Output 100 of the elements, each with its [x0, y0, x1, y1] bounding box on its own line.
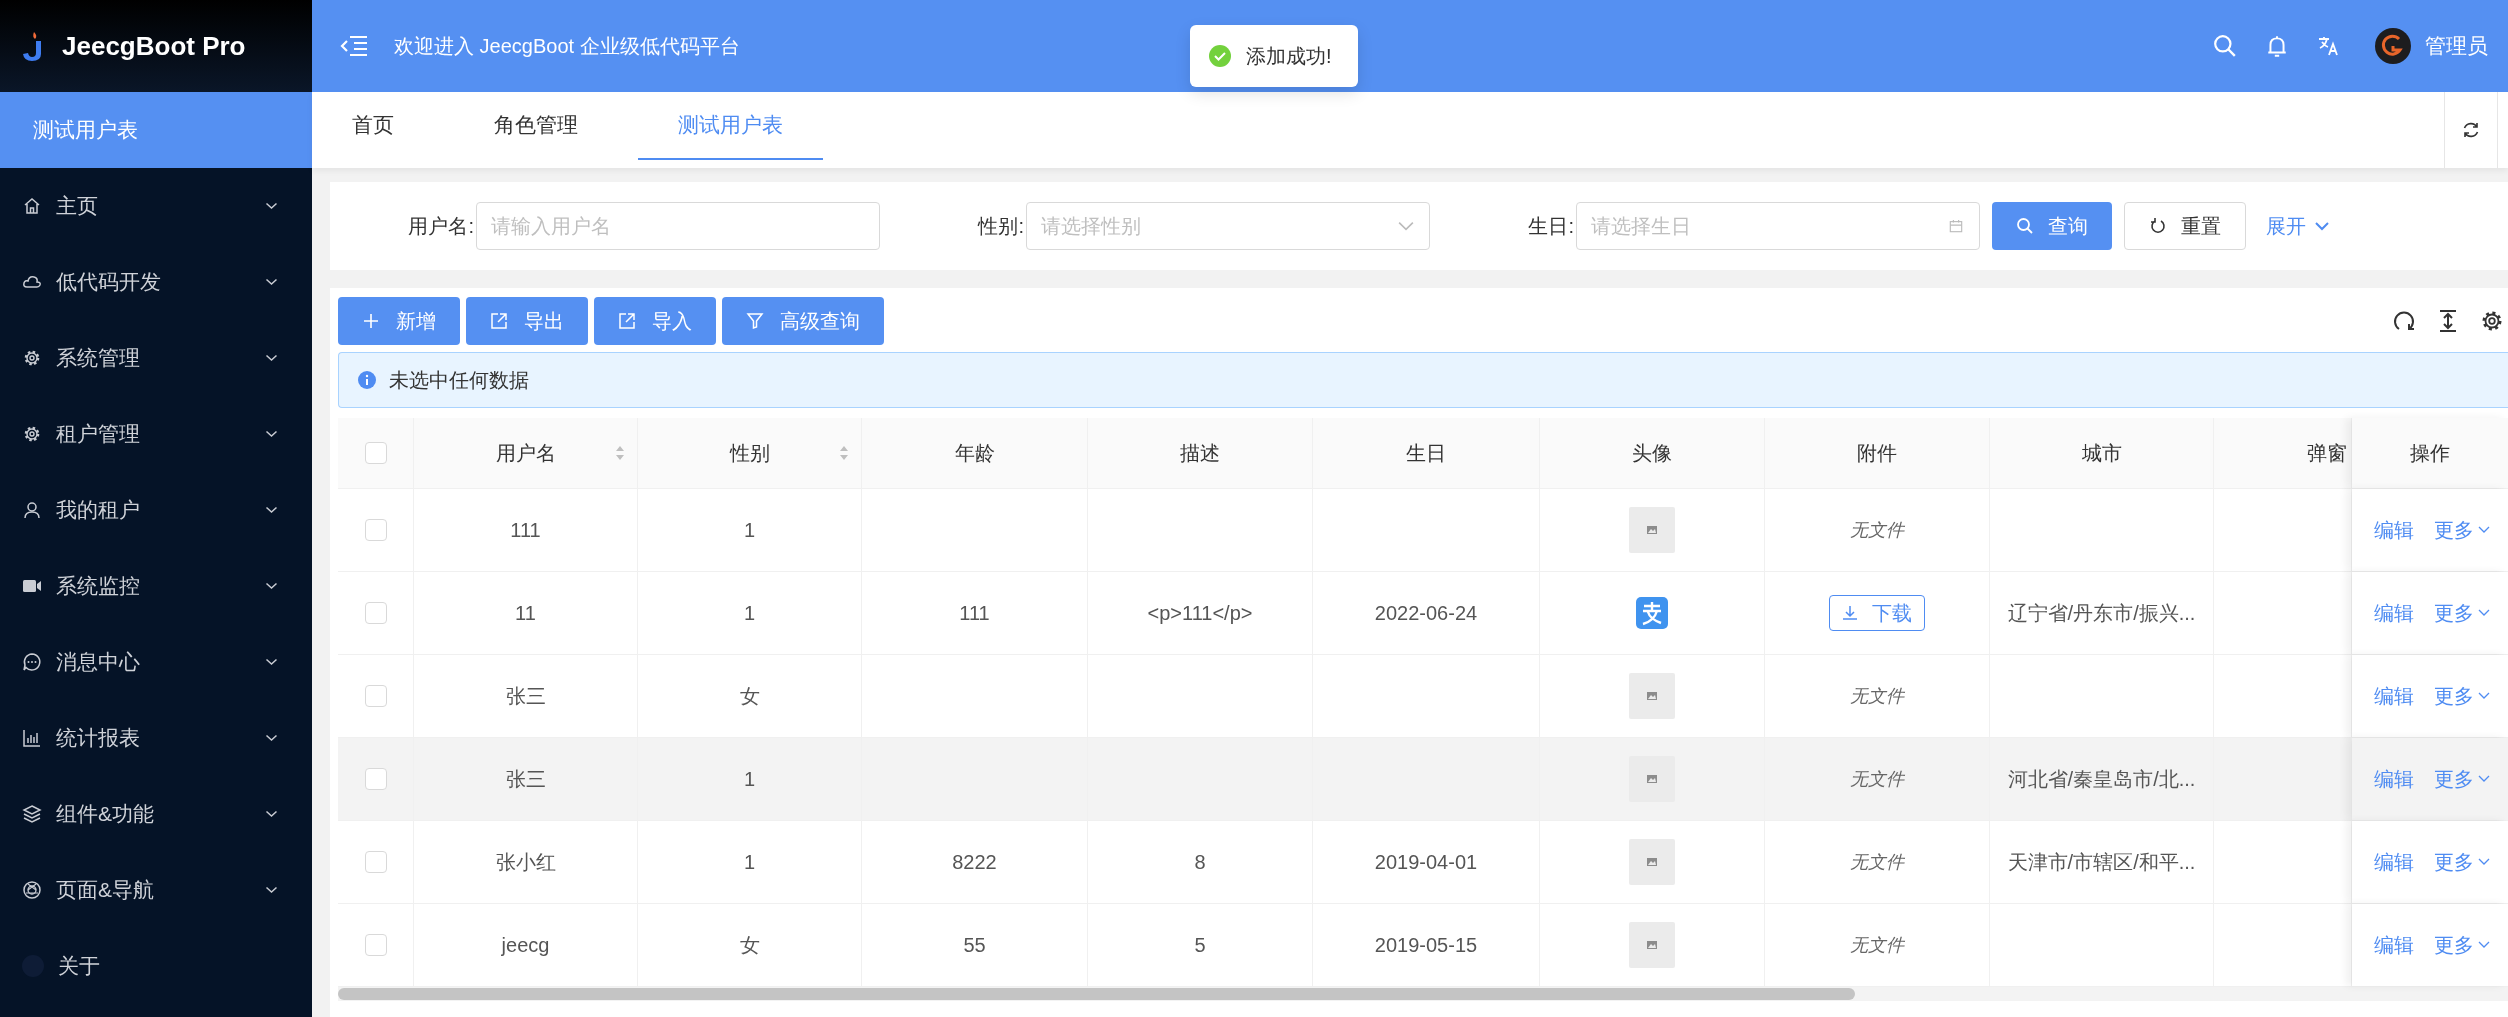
- edit-link[interactable]: 编辑: [2374, 682, 2414, 710]
- toolbar-button[interactable]: 导出: [466, 297, 588, 345]
- filter-field[interactable]: 请选择生日: [1576, 202, 1980, 250]
- sort-icon[interactable]: [615, 445, 625, 461]
- toast-message: 添加成功!: [1246, 43, 1332, 69]
- column-title: 描述: [1180, 440, 1220, 466]
- chevron-down-icon: [2478, 609, 2490, 617]
- search-icon[interactable]: [2213, 34, 2237, 58]
- menu-item[interactable]: 组件&功能: [0, 776, 312, 852]
- more-link[interactable]: 更多: [2434, 599, 2490, 627]
- settings-icon[interactable]: [2480, 309, 2504, 333]
- table-cell: 2019-04-01: [1374, 850, 1478, 874]
- refresh-button[interactable]: [2444, 92, 2498, 168]
- menu-item[interactable]: 关于: [0, 928, 312, 1004]
- user-avatar[interactable]: [2375, 28, 2411, 64]
- no-file-text: 无文件: [1850, 519, 1904, 542]
- table-cell-text: 天津市/市辖区/和平...: [2007, 849, 2196, 875]
- toolbar-button[interactable]: 导入: [594, 297, 716, 345]
- menu-item[interactable]: 系统管理: [0, 320, 312, 396]
- menu-item[interactable]: 消息中心: [0, 624, 312, 700]
- row-checkbox[interactable]: [364, 768, 387, 790]
- table-cell: 8: [1194, 850, 1206, 874]
- row-checkbox[interactable]: [364, 519, 387, 541]
- page-tab[interactable]: 首页: [312, 92, 434, 160]
- more-link[interactable]: 更多: [2434, 765, 2490, 793]
- info-icon: [357, 370, 377, 390]
- menu-item[interactable]: 测试用户表: [0, 92, 312, 168]
- reload-icon[interactable]: [2392, 309, 2416, 333]
- toolbar-button[interactable]: 高级查询: [722, 297, 884, 345]
- table-cell: 11: [515, 601, 536, 625]
- column-title: 生日: [1406, 440, 1446, 466]
- edit-link[interactable]: 编辑: [2374, 765, 2414, 793]
- chevron-down-icon: [265, 354, 278, 362]
- download-button[interactable]: 下载: [1829, 595, 1925, 631]
- chevron-down-icon: [2478, 941, 2490, 949]
- menu-item[interactable]: 页面&导航: [0, 852, 312, 928]
- select-all-checkbox[interactable]: [364, 442, 387, 464]
- more-link[interactable]: 更多: [2434, 931, 2490, 959]
- table-row[interactable]: 111 1 无文件 编辑 更多: [338, 489, 2508, 572]
- edit-link[interactable]: 编辑: [2374, 931, 2414, 959]
- table-cell: 2019-05-15: [1374, 933, 1478, 957]
- table-row[interactable]: 张小红 1 8222 8 2019-04-01 无文件 天津市/市辖区/和平... 编辑 更多: [338, 821, 2508, 904]
- aperture-icon: [22, 880, 42, 900]
- bar-chart-icon: [22, 728, 42, 748]
- edit-link[interactable]: 编辑: [2374, 848, 2414, 876]
- page-tab[interactable]: 测试用户表: [638, 92, 823, 160]
- translate-icon[interactable]: [2317, 34, 2341, 58]
- search-button[interactable]: 查询: [1992, 202, 2112, 250]
- table-cell: 1: [743, 850, 756, 874]
- filter-field[interactable]: 请输入用户名: [476, 202, 880, 250]
- menu-item[interactable]: 系统监控: [0, 548, 312, 624]
- plus-icon: [362, 312, 380, 330]
- table-row[interactable]: jeecg 女 55 5 2019-05-15 无文件 编辑 更多: [338, 904, 2508, 987]
- menu-item[interactable]: 我的租户: [0, 472, 312, 548]
- chevron-down-icon: [265, 430, 278, 438]
- expand-link[interactable]: 展开: [2266, 212, 2330, 240]
- chevron-down-icon: [265, 506, 278, 514]
- row-checkbox[interactable]: [364, 602, 387, 624]
- chevron-down-icon: [2478, 775, 2490, 783]
- chevron-down-icon: [265, 734, 278, 742]
- table-row[interactable]: 11 1 111 <p>111</p> 2022-06-24 下载 辽宁省/丹东市/振兴... 编辑 更多: [338, 572, 2508, 655]
- scrollbar-thumb[interactable]: [338, 988, 1855, 1000]
- column-title: 操作: [2410, 440, 2450, 466]
- chevron-down-icon: [265, 582, 278, 590]
- logo-icon: [20, 30, 44, 62]
- edit-link[interactable]: 编辑: [2374, 516, 2414, 544]
- row-checkbox[interactable]: [364, 934, 387, 956]
- table-cell-text: 张小红: [495, 849, 556, 875]
- table-cell-text: 河北省/秦皇岛市/北...: [2007, 766, 2196, 792]
- table-cell: jeecg: [501, 933, 550, 957]
- menu-item[interactable]: 统计报表: [0, 700, 312, 776]
- table-row[interactable]: 张三 女 无文件 编辑 更多: [338, 655, 2508, 738]
- chat-icon: [22, 652, 42, 672]
- row-checkbox[interactable]: [364, 685, 387, 707]
- no-file-text: 无文件: [1850, 685, 1904, 708]
- sort-icon[interactable]: [839, 445, 849, 461]
- user-name[interactable]: 管理员: [2425, 32, 2488, 60]
- chevron-down-icon: [265, 658, 278, 666]
- no-file-text: 无文件: [1850, 851, 1904, 874]
- filter-field[interactable]: 请选择性别: [1026, 202, 1430, 250]
- user-icon: [22, 500, 42, 520]
- more-link[interactable]: 更多: [2434, 848, 2490, 876]
- more-link[interactable]: 更多: [2434, 516, 2490, 544]
- toolbar-button[interactable]: 新增: [338, 297, 460, 345]
- menu-item[interactable]: 租户管理: [0, 396, 312, 472]
- menu-fold-icon[interactable]: [340, 35, 368, 57]
- row-checkbox[interactable]: [364, 851, 387, 873]
- external-link-icon: [618, 312, 636, 330]
- alert-message: 未选中任何数据: [389, 367, 529, 393]
- page-tab[interactable]: 角色管理: [454, 92, 618, 160]
- reset-button[interactable]: 重置: [2124, 202, 2246, 250]
- calendar-icon: [1948, 219, 1964, 233]
- column-title: 城市: [2081, 440, 2122, 466]
- edit-link[interactable]: 编辑: [2374, 599, 2414, 627]
- more-link[interactable]: 更多: [2434, 682, 2490, 710]
- filter-icon: [746, 312, 764, 330]
- bell-icon[interactable]: [2265, 34, 2289, 58]
- table-row[interactable]: 张三 1 无文件 河北省/秦皇岛市/北... 编辑 更多: [338, 738, 2508, 821]
- menu-item[interactable]: 主页: [0, 168, 312, 244]
- menu-item[interactable]: 低代码开发: [0, 244, 312, 320]
